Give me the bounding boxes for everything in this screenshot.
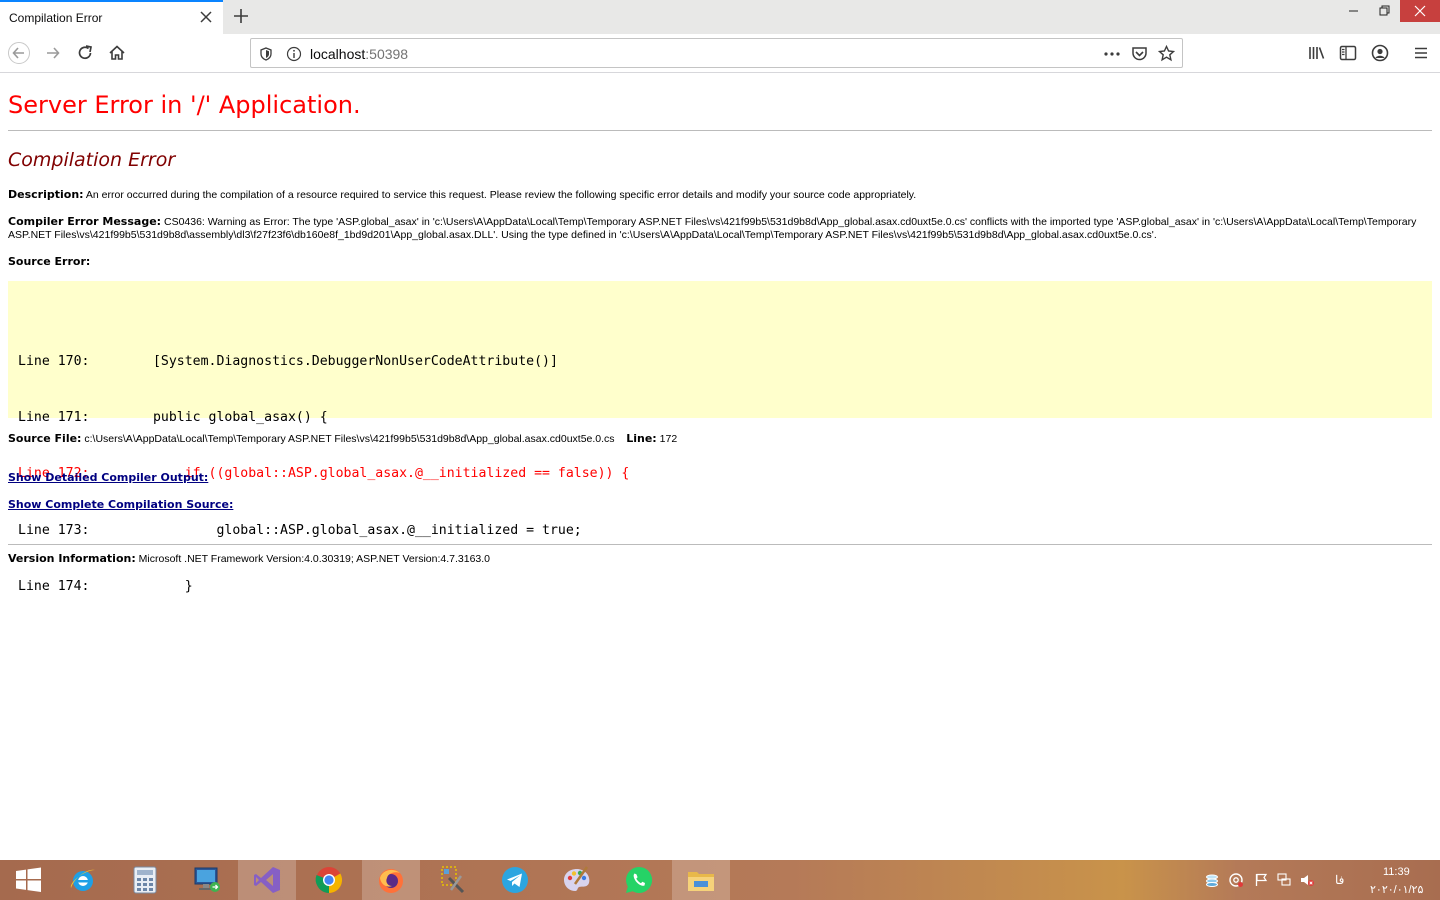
chrome-icon [315,867,343,894]
code-line: Line 170: [System.Diagnostics.DebuggerNo… [18,353,558,369]
firefox-icon [379,869,403,893]
source-error-heading: Source Error: [8,255,1428,269]
compiler-error-message: Compiler Error Message: CS0436: Warning … [8,215,1428,242]
minimize-button[interactable] [1338,0,1369,22]
volume-muted-icon[interactable] [1300,873,1314,887]
show-compilation-source-link[interactable]: Show Complete Compilation Source: [8,498,233,511]
close-icon[interactable] [198,9,214,25]
taskbar-remote-desktop[interactable] [178,860,236,900]
code-line: Line 171: public global_asax() { [18,409,328,425]
visual-studio-icon [254,867,280,893]
taskbar-chrome[interactable] [300,860,358,900]
page-title: Server Error in '/' Application. [8,91,361,119]
code-line: Line 173: global::ASP.global_asax.@__ini… [18,522,582,538]
taskbar-telegram[interactable] [486,860,544,900]
flag-icon[interactable] [1254,873,1268,887]
new-tab-icon[interactable] [231,6,251,26]
language-indicator[interactable]: فا [1335,873,1344,887]
description: Description: An error occurred during th… [8,188,1428,202]
tracking-protection-icon[interactable] [258,46,274,62]
taskbar-file-explorer[interactable] [672,860,730,900]
internet-explorer-icon [70,869,95,891]
site-info-icon[interactable] [286,46,302,62]
file-explorer-icon [688,872,714,891]
source-file-path: c:\Users\A\AppData\Local\Temp\Temporary … [84,433,615,445]
url-port: :50398 [365,46,409,62]
compiler-message-label: Compiler Error Message: [8,215,162,228]
mail-notification-icon[interactable] [1229,873,1243,887]
tools-icon [441,866,465,894]
divider [8,544,1432,545]
taskbar-firefox[interactable] [362,860,420,900]
taskbar-whatsapp[interactable] [610,860,668,900]
menu-icon[interactable] [1410,42,1432,64]
description-text: An error occurred during the compilation… [85,189,917,201]
taskbar: فا 11:39 ۲۰۲۰/۰۱/۲۵ [0,860,1440,900]
tab-bar: Compilation Error [0,0,1440,34]
close-icon [1414,5,1426,17]
source-file-info: Source File: c:\Users\A\AppData\Local\Te… [8,432,1428,446]
line-number: 172 [659,433,678,445]
navigation-toolbar: localhost:50398 [0,34,1440,73]
address-bar[interactable]: localhost:50398 [250,38,1183,68]
taskbar-paint[interactable] [548,860,606,900]
start-button[interactable] [0,860,58,900]
reload-icon[interactable] [74,42,96,64]
source-error-label: Source Error: [8,255,91,268]
clock-time[interactable]: 11:39 [1383,866,1410,878]
show-compiler-output-link[interactable]: Show Detailed Compiler Output: [8,471,208,484]
forward-icon[interactable] [42,42,64,64]
version-text: Microsoft .NET Framework Version:4.0.303… [138,553,491,565]
whatsapp-icon [626,866,653,893]
page-actions-icon[interactable] [1103,46,1121,62]
bookmark-star-icon[interactable] [1158,45,1175,62]
start-icon [16,867,41,892]
minimize-icon [1349,10,1358,12]
error-subtitle: Compilation Error [8,149,176,171]
remote-desktop-icon [194,867,220,892]
compiler-message-text: CS0436: Warning as Error: The type 'ASP.… [8,216,1417,241]
tab-title: Compilation Error [9,11,103,25]
restore-button[interactable] [1369,0,1400,22]
line-label: Line: [626,432,657,445]
divider [8,130,1432,131]
description-label: Description: [8,188,84,201]
url-text[interactable]: localhost:50398 [310,46,408,62]
network-icon[interactable] [1277,873,1291,887]
version-information: Version Information: Microsoft .NET Fram… [8,552,1428,566]
version-label: Version Information: [8,552,136,565]
code-line: Line 174: } [18,579,193,595]
account-icon[interactable] [1369,42,1391,64]
url-host: localhost [310,46,366,62]
taskbar-visual-studio[interactable] [238,860,296,900]
taskbar-internet-explorer[interactable] [54,860,112,900]
restore-icon [1379,5,1390,16]
calculator-icon [133,866,157,894]
sidebar-icon[interactable] [1337,42,1359,64]
network-sync-icon[interactable] [1205,873,1219,887]
home-icon[interactable] [106,42,128,64]
window-close-button[interactable] [1400,0,1440,22]
telegram-icon [502,867,528,893]
taskbar-tools-app[interactable] [424,860,482,900]
browser-tab[interactable]: Compilation Error [0,0,223,34]
clock-date[interactable]: ۲۰۲۰/۰۱/۲۵ [1370,883,1423,896]
back-icon[interactable] [8,42,30,64]
source-file-label: Source File: [8,432,82,445]
source-code-block: Line 170: [System.Diagnostics.DebuggerNo… [8,281,1432,594]
pocket-icon[interactable] [1131,45,1148,62]
library-icon[interactable] [1306,42,1328,64]
paint-icon [564,866,590,891]
taskbar-calculator[interactable] [116,860,174,900]
